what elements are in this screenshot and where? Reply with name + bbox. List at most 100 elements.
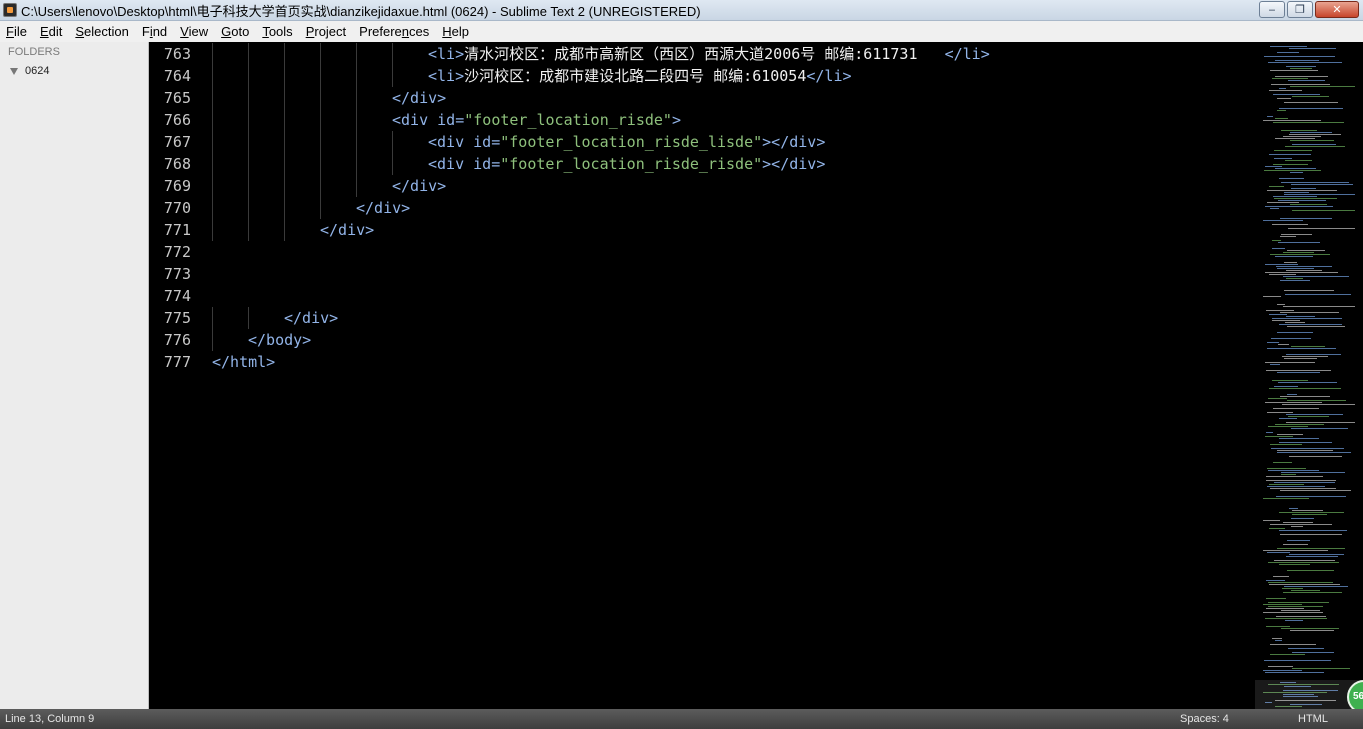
code-line[interactable]: 768 <div id="footer_location_risde_risde"… xyxy=(150,153,1255,175)
minimap-line xyxy=(1267,348,1336,349)
code-line[interactable]: 763 <li>清水河校区：成都市高新区（西区）西源大道2006号 邮编:6117… xyxy=(150,43,1255,65)
minimap-line xyxy=(1279,438,1319,439)
minimap-line xyxy=(1286,422,1355,423)
minimap-line xyxy=(1283,592,1342,593)
code-text: </div> xyxy=(356,197,410,219)
minimap-line xyxy=(1263,296,1281,297)
menu-edit[interactable]: Edit xyxy=(40,24,62,39)
menu-file[interactable]: File xyxy=(6,24,27,39)
minimap-line xyxy=(1285,620,1303,621)
minimap-line xyxy=(1272,78,1308,79)
minimap-line xyxy=(1270,524,1332,525)
code-token: 沙河校区：成都市建设北路二段四号 邮编:610054 xyxy=(464,67,807,85)
minimap-line xyxy=(1279,564,1310,565)
line-number: 771 xyxy=(163,221,191,239)
menu-selection[interactable]: Selection xyxy=(75,24,128,39)
minimap-line xyxy=(1292,514,1327,515)
minimap-line xyxy=(1279,178,1304,179)
code-token: <div xyxy=(428,133,474,151)
maximize-button[interactable]: ❐ xyxy=(1287,1,1313,18)
menu-help[interactable]: Help xyxy=(442,24,469,39)
sidebar-folder-0624[interactable]: 0624 xyxy=(10,65,49,77)
disclosure-triangle-icon[interactable] xyxy=(10,67,18,75)
minimap-line xyxy=(1267,116,1273,117)
indent-guide xyxy=(212,307,213,329)
minimap-line xyxy=(1265,672,1324,673)
minimap-line xyxy=(1285,160,1312,161)
minimap-line xyxy=(1278,242,1320,243)
minimap-line xyxy=(1286,316,1315,317)
minimap-line xyxy=(1280,490,1351,491)
indent-guide xyxy=(248,197,249,219)
menu-preferences[interactable]: Preferences xyxy=(359,24,429,39)
minimap-line xyxy=(1272,638,1282,639)
minimap-line xyxy=(1279,324,1342,325)
menu-find[interactable]: Find xyxy=(142,24,167,39)
title-bar[interactable]: C:\Users\lenovo\Desktop\html\电子科技大学首页实战\… xyxy=(0,0,1363,21)
indent-guide xyxy=(320,109,321,131)
minimap-line xyxy=(1268,62,1342,63)
code-line[interactable]: 773 xyxy=(150,263,1255,285)
minimap-line xyxy=(1291,188,1316,189)
menu-project[interactable]: Project xyxy=(306,24,346,39)
code-line[interactable]: 774 xyxy=(150,285,1255,307)
indent-guide xyxy=(284,175,285,197)
code-line[interactable]: 765 </div> xyxy=(150,87,1255,109)
menu-view[interactable]: View xyxy=(180,24,208,39)
minimap-line xyxy=(1288,80,1325,81)
minimap-line xyxy=(1287,400,1346,401)
line-number: 768 xyxy=(163,155,191,173)
code-line[interactable]: 776 </body> xyxy=(150,329,1255,351)
indent-guide xyxy=(212,175,213,197)
close-button[interactable]: ✕ xyxy=(1315,1,1359,18)
code-line[interactable]: 771 </div> xyxy=(150,219,1255,241)
minimap-line xyxy=(1266,432,1273,433)
minimap-line xyxy=(1277,110,1286,111)
minimap-line xyxy=(1266,370,1331,371)
indent-guide xyxy=(320,43,321,65)
minimap-line xyxy=(1286,414,1343,415)
code-line[interactable]: 772 xyxy=(150,241,1255,263)
code-token: </div> xyxy=(284,309,339,327)
indent-guide xyxy=(320,65,321,87)
code-line[interactable]: 767 <div id="footer_location_risde_lisde"… xyxy=(150,131,1255,153)
code-line[interactable]: 769 </div> xyxy=(150,175,1255,197)
menu-tools[interactable]: Tools xyxy=(262,24,292,39)
minimap-line xyxy=(1288,648,1324,649)
indent-guide xyxy=(356,153,357,175)
minimap-line xyxy=(1281,182,1349,183)
minimize-button[interactable]: ‒ xyxy=(1259,1,1285,18)
minimap-line xyxy=(1268,582,1333,583)
code-line[interactable]: 770 </div> xyxy=(150,197,1255,219)
minimap[interactable] xyxy=(1255,42,1363,709)
code-line[interactable]: 777 </html> xyxy=(150,351,1255,373)
code-line[interactable]: 775 </div> xyxy=(150,307,1255,329)
minimap-line xyxy=(1273,462,1292,463)
minimap-line xyxy=(1292,668,1350,669)
code-line[interactable]: 766 <div id="footer_location_risde"> xyxy=(150,109,1255,131)
code-line[interactable]: 764 <li>沙河校区：成都市建设北路二段四号 邮编:610054</li> xyxy=(150,65,1255,87)
minimap-line xyxy=(1272,318,1342,319)
indent-guide xyxy=(284,65,285,87)
indent-guide xyxy=(248,43,249,65)
minimap-line xyxy=(1280,236,1296,237)
minimap-line xyxy=(1263,220,1303,221)
minimap-line xyxy=(1264,56,1335,57)
minimap-line xyxy=(1284,102,1338,103)
minimap-line xyxy=(1284,192,1309,193)
code-editor[interactable]: 763 <li>清水河校区：成都市高新区（西区）西源大道2006号 邮编:6117… xyxy=(150,42,1255,709)
minimap-line xyxy=(1265,272,1338,273)
minimap-line xyxy=(1278,382,1337,383)
minimap-line xyxy=(1284,358,1317,359)
minimap-line xyxy=(1265,166,1282,167)
minimap-line xyxy=(1281,474,1296,475)
minimap-line xyxy=(1268,666,1293,667)
indent-guide xyxy=(392,43,393,65)
minimap-line xyxy=(1272,380,1308,381)
indent-guide xyxy=(392,131,393,153)
syntax-selector[interactable]: HTML xyxy=(1298,713,1328,725)
indent-guide xyxy=(320,197,321,219)
menu-goto[interactable]: Goto xyxy=(221,24,249,39)
indentation-setting[interactable]: Spaces: 4 xyxy=(1180,713,1229,725)
minimap-line xyxy=(1264,170,1321,171)
